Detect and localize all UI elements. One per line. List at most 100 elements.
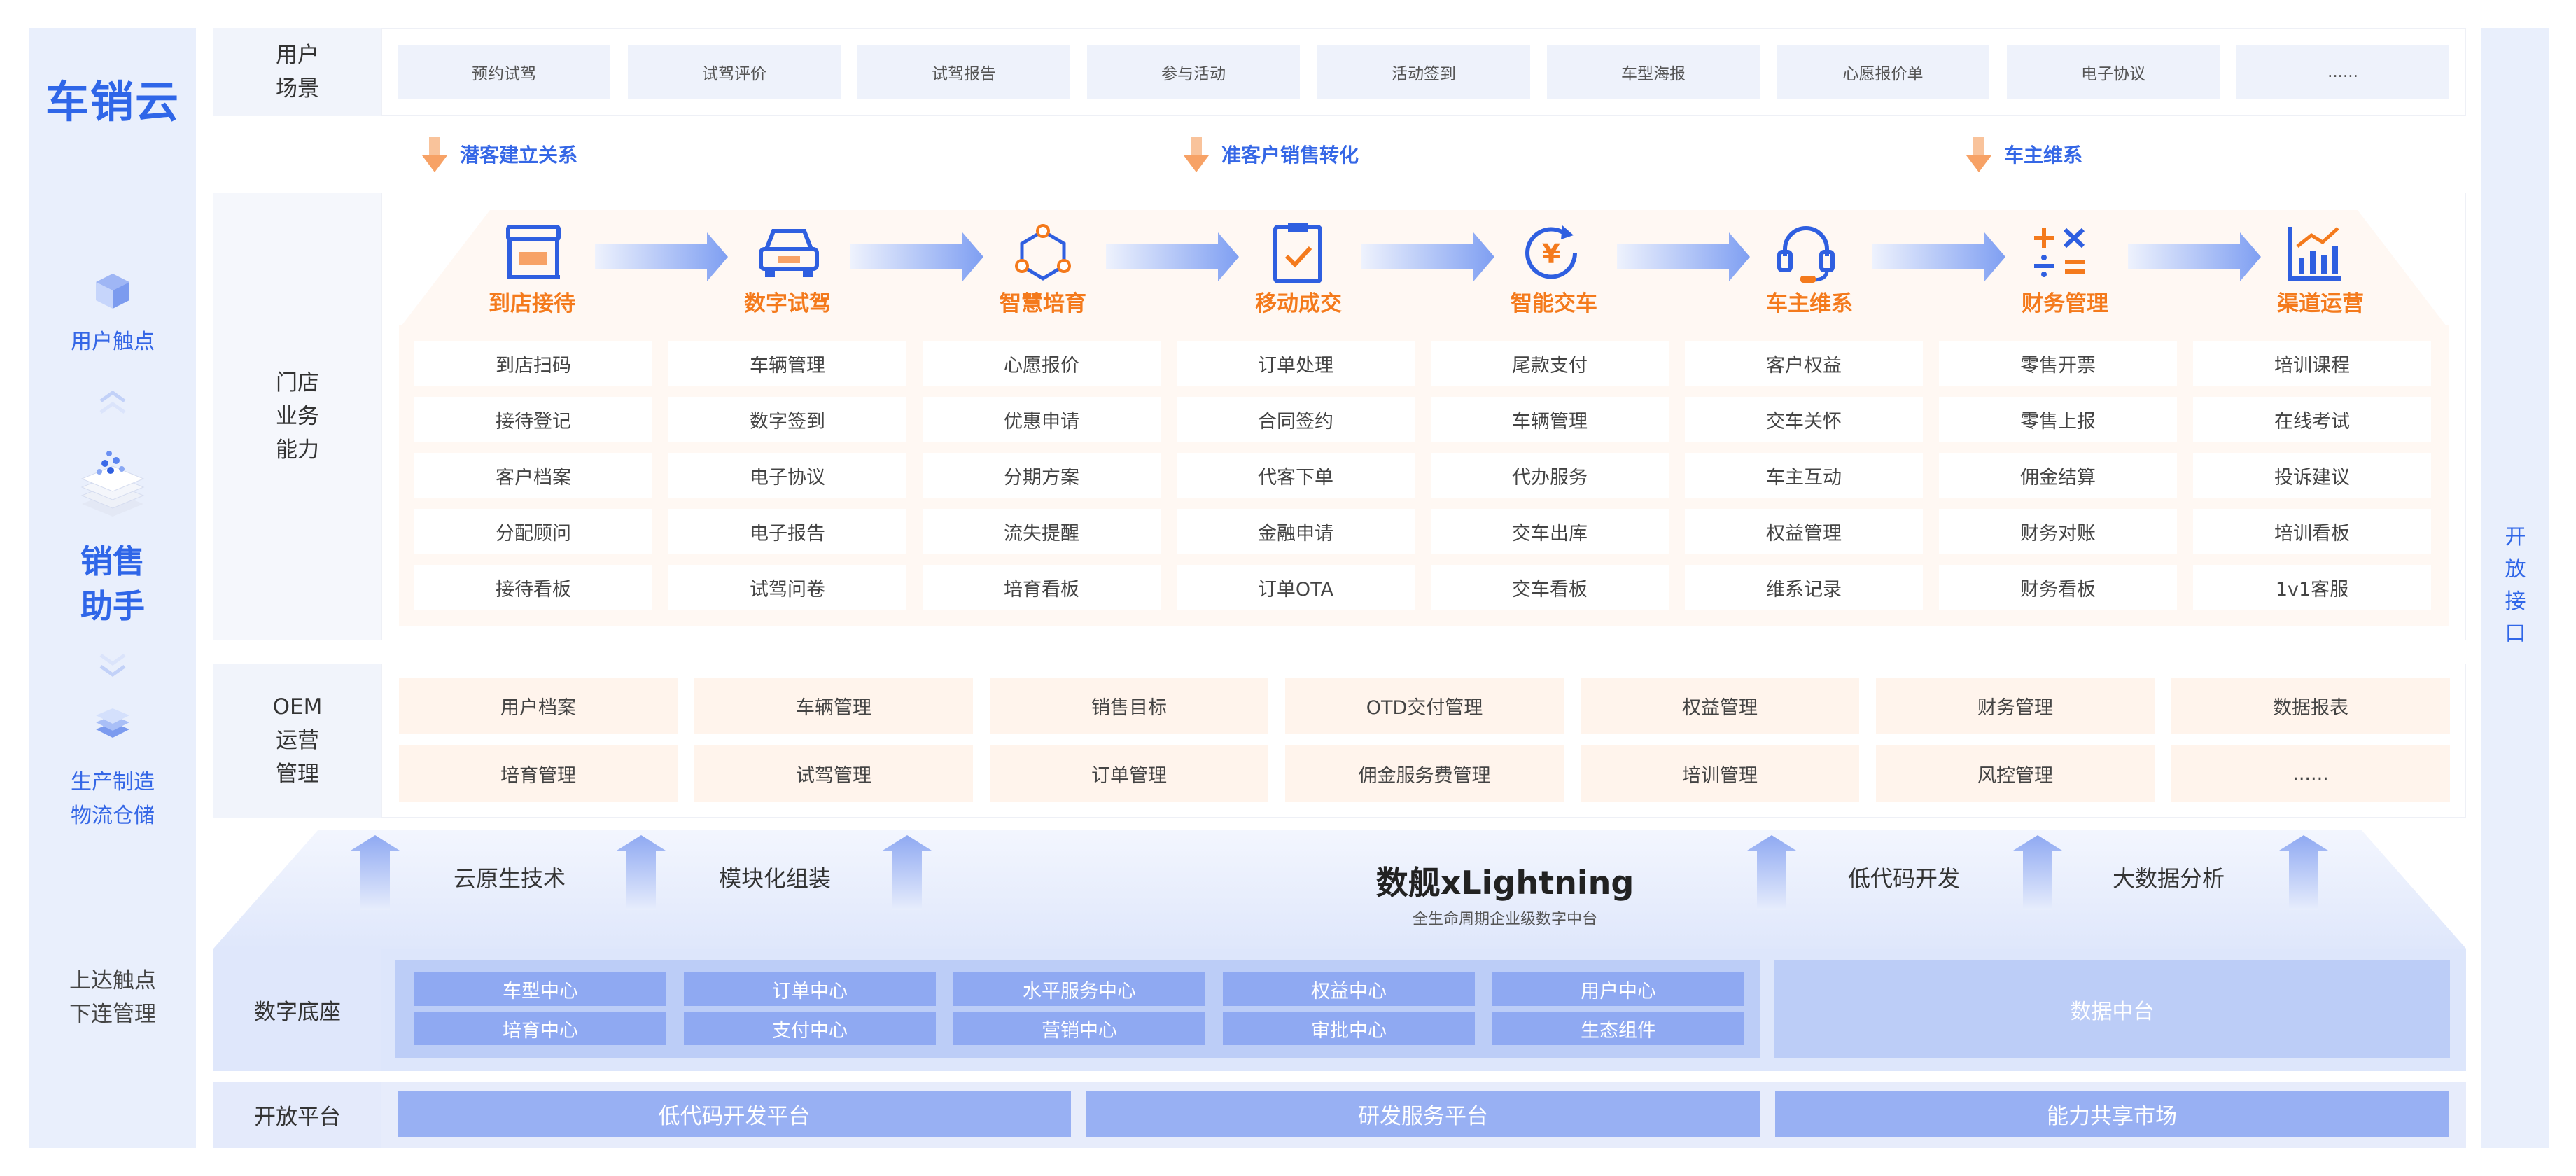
- feature-item[interactable]: 车辆管理: [668, 341, 906, 386]
- oem-item[interactable]: 佣金服务费管理: [1285, 746, 1564, 802]
- feature-item[interactable]: 电子报告: [668, 509, 906, 554]
- center-item[interactable]: 培育中心: [414, 1011, 666, 1045]
- feature-item[interactable]: 接待看板: [414, 565, 652, 610]
- feature-item[interactable]: 客户权益: [1685, 341, 1923, 386]
- center-item[interactable]: 车型中心: [414, 972, 666, 1006]
- chart-icon: [2288, 227, 2341, 281]
- open-platform-item[interactable]: 研发服务平台: [1086, 1091, 1760, 1137]
- open-platform-item[interactable]: 低代码开发平台: [398, 1091, 1071, 1137]
- feature-item[interactable]: 财务对账: [1939, 509, 2177, 554]
- feature-item[interactable]: 交车关怀: [1685, 397, 1923, 442]
- flow-title: 数字试驾: [744, 291, 831, 316]
- feature-item[interactable]: 权益管理: [1685, 509, 1923, 554]
- car-icon: [759, 229, 819, 277]
- feature-item[interactable]: 交车看板: [1431, 565, 1669, 610]
- oem-item[interactable]: 数据报表: [2171, 678, 2450, 734]
- feature-item[interactable]: 培训课程: [2193, 341, 2431, 386]
- feature-item[interactable]: 投诉建议: [2193, 453, 2431, 498]
- oem-item[interactable]: 培育管理: [399, 746, 678, 802]
- feature-item[interactable]: 优惠申请: [923, 397, 1161, 442]
- headset-icon: [1777, 226, 1835, 283]
- feature-item[interactable]: 代客下单: [1177, 453, 1415, 498]
- feature-item[interactable]: 零售上报: [1939, 397, 2177, 442]
- feature-item[interactable]: 交车出库: [1431, 509, 1669, 554]
- feature-item[interactable]: 合同签约: [1177, 397, 1415, 442]
- up-down-line2: 下连管理: [69, 1002, 156, 1027]
- feature-item[interactable]: 零售开票: [1939, 341, 2177, 386]
- oem-item[interactable]: ......: [2171, 746, 2450, 802]
- center-item[interactable]: 订单中心: [684, 972, 936, 1006]
- calculator-icon: [2034, 227, 2085, 277]
- svg-text:¥: ¥: [1542, 239, 1560, 270]
- flow-title: 移动成交: [1255, 291, 1342, 316]
- feature-item[interactable]: 订单OTA: [1177, 565, 1415, 610]
- production-label: 生产制造 物流仓储: [29, 766, 196, 833]
- oem-item[interactable]: 车辆管理: [694, 678, 973, 734]
- center-item[interactable]: 审批中心: [1223, 1011, 1475, 1045]
- platform-title: 数舰xLightning: [1376, 864, 1634, 902]
- production-line2: 物流仓储: [71, 804, 155, 828]
- feature-item[interactable]: 财务看板: [1939, 565, 2177, 610]
- store-line: 能力: [276, 438, 319, 463]
- feature-item[interactable]: 分配顾问: [414, 509, 652, 554]
- feature-item[interactable]: 试驾问卷: [668, 565, 906, 610]
- flow-title: 到店接待: [489, 291, 575, 316]
- center-item[interactable]: 水平服务中心: [953, 972, 1205, 1006]
- oem-item[interactable]: 试驾管理: [694, 746, 973, 802]
- open-api-char: 开: [2505, 525, 2526, 550]
- oem-item[interactable]: 培训管理: [1581, 746, 1859, 802]
- oem-item[interactable]: 财务管理: [1876, 678, 2155, 734]
- open-api-label: 开 放 接 口: [2482, 522, 2549, 650]
- oem-item[interactable]: 订单管理: [990, 746, 1268, 802]
- feature-item[interactable]: 尾款支付: [1431, 341, 1669, 386]
- feature-item[interactable]: 车辆管理: [1431, 397, 1669, 442]
- store-line: 业务: [276, 404, 319, 429]
- tech-label: 模块化组装: [719, 865, 832, 892]
- feature-item[interactable]: 分期方案: [923, 453, 1161, 498]
- feature-item[interactable]: 到店扫码: [414, 341, 652, 386]
- feature-item[interactable]: 培育看板: [923, 565, 1161, 610]
- store-line: 门店: [276, 370, 319, 396]
- sales-assistant-line2: 助手: [80, 587, 145, 625]
- oem-line: 运营: [276, 728, 319, 753]
- chevron-down-icon: [99, 653, 126, 678]
- oem-item[interactable]: 销售目标: [990, 678, 1268, 734]
- feature-item[interactable]: 心愿报价: [923, 341, 1161, 386]
- flow-title: 智能交车: [1511, 291, 1597, 316]
- feature-item[interactable]: 维系记录: [1685, 565, 1923, 610]
- center-item[interactable]: 支付中心: [684, 1011, 936, 1045]
- production-line1: 生产制造: [71, 770, 155, 794]
- feature-item[interactable]: 流失提醒: [923, 509, 1161, 554]
- stacked-layers-icon: [80, 451, 145, 517]
- feature-item[interactable]: 数字签到: [668, 397, 906, 442]
- oem-item[interactable]: OTD交付管理: [1285, 678, 1564, 734]
- center-item[interactable]: 用户中心: [1492, 972, 1744, 1006]
- feature-item[interactable]: 金融申请: [1177, 509, 1415, 554]
- flow-title: 智慧培育: [1000, 291, 1086, 316]
- up-down-line1: 上达触点: [69, 968, 156, 993]
- center-item[interactable]: 生态组件: [1492, 1011, 1744, 1045]
- feature-item[interactable]: 代办服务: [1431, 453, 1669, 498]
- feature-item[interactable]: 培训看板: [2193, 509, 2431, 554]
- flow-title: 财务管理: [2022, 291, 2108, 316]
- oem-item[interactable]: 权益管理: [1581, 678, 1859, 734]
- feature-item[interactable]: 佣金结算: [1939, 453, 2177, 498]
- clipboard-check-icon: [1273, 223, 1322, 284]
- digital-base-label: 数字底座: [214, 948, 382, 1071]
- center-item[interactable]: 权益中心: [1223, 972, 1475, 1006]
- feature-item[interactable]: 车主互动: [1685, 453, 1923, 498]
- open-api-char: 放: [2505, 557, 2526, 582]
- feature-item[interactable]: 1v1客服: [2193, 565, 2431, 610]
- feature-item[interactable]: 在线考试: [2193, 397, 2431, 442]
- oem-item[interactable]: 用户档案: [399, 678, 678, 734]
- open-platform-label: 开放平台: [214, 1082, 382, 1148]
- feature-item[interactable]: 电子协议: [668, 453, 906, 498]
- feature-item[interactable]: 客户档案: [414, 453, 652, 498]
- data-center-block[interactable]: 数据中台: [1774, 960, 2450, 1058]
- open-platform-item[interactable]: 能力共享市场: [1775, 1091, 2449, 1137]
- sales-assistant-line1: 销售: [80, 542, 145, 580]
- feature-item[interactable]: 接待登记: [414, 397, 652, 442]
- feature-item[interactable]: 订单处理: [1177, 341, 1415, 386]
- center-item[interactable]: 营销中心: [953, 1011, 1205, 1045]
- oem-item[interactable]: 风控管理: [1876, 746, 2155, 802]
